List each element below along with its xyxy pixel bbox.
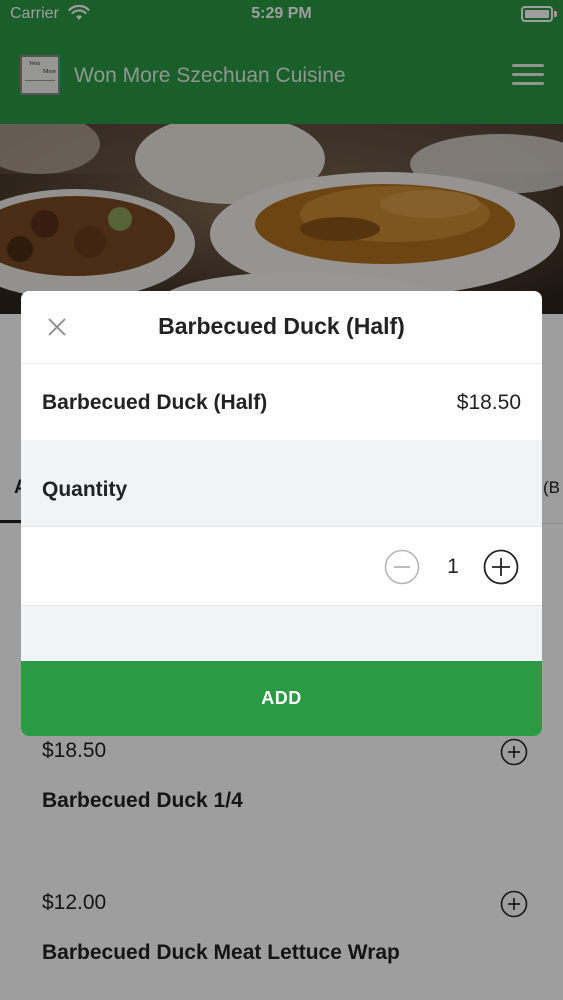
item-summary-row: Barbecued Duck (Half) $18.50 [21, 364, 542, 440]
quantity-section-header: Quantity [21, 440, 542, 527]
modal-title: Barbecued Duck (Half) [158, 313, 405, 339]
quantity-label: Quantity [42, 478, 128, 501]
item-price: $18.50 [456, 391, 521, 414]
minus-circle-icon[interactable] [384, 549, 420, 585]
add-to-cart-button[interactable]: ADD [21, 661, 542, 736]
plus-circle-icon[interactable] [483, 549, 519, 585]
modal-spacer [21, 606, 542, 661]
item-name: Barbecued Duck (Half) [42, 391, 268, 414]
quantity-stepper: 1 [21, 527, 542, 606]
modal-header: Barbecued Duck (Half) [21, 291, 542, 364]
quantity-value: 1 [447, 555, 459, 578]
item-options-modal: Barbecued Duck (Half) Barbecued Duck (Ha… [21, 291, 542, 736]
